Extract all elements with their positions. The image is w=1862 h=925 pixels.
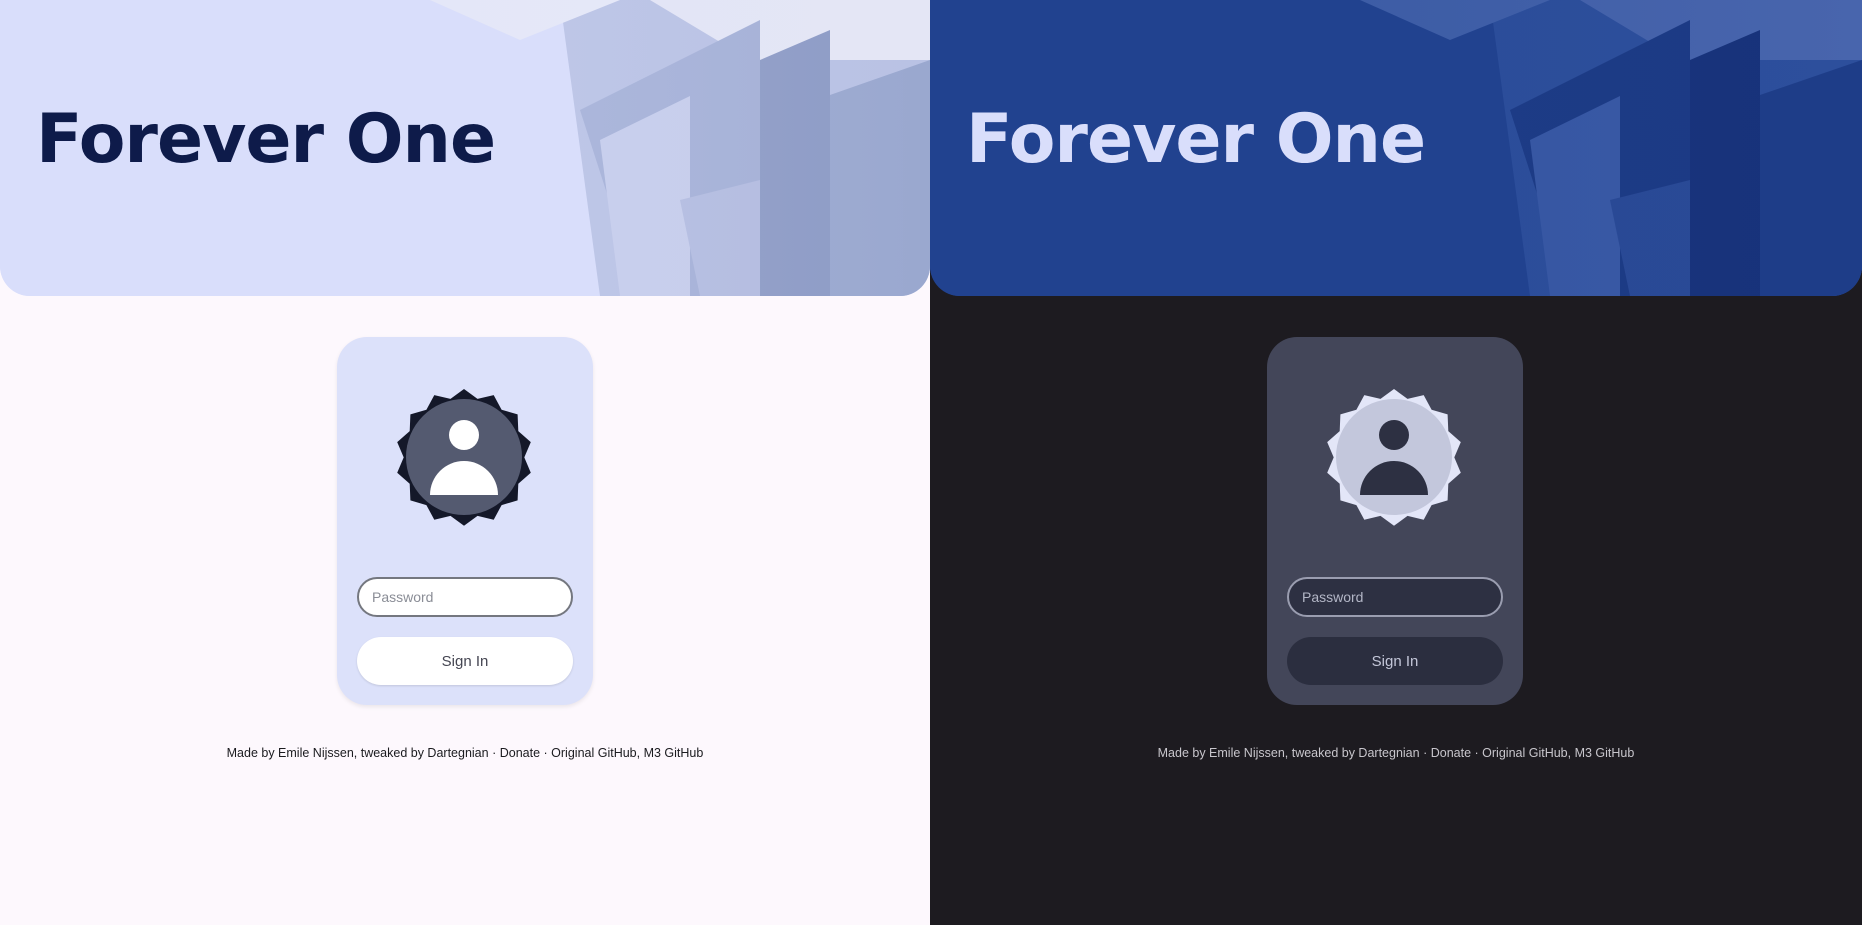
password-input[interactable] bbox=[357, 577, 573, 617]
user-badge-icon bbox=[1327, 389, 1461, 526]
footer: Made by Emile Nijssen, tweaked by Darteg… bbox=[930, 746, 1862, 760]
login-card: Sign In bbox=[337, 337, 593, 705]
donate-link[interactable]: Donate bbox=[500, 746, 540, 760]
footer-credit-text: Made by Emile Nijssen, tweaked by Darteg… bbox=[1157, 746, 1420, 760]
original-github-link[interactable]: Original GitHub, bbox=[551, 746, 640, 760]
password-input[interactable] bbox=[1287, 577, 1503, 617]
footer: Made by Emile Nijssen, tweaked by Darteg… bbox=[0, 746, 930, 760]
user-badge-icon bbox=[397, 389, 531, 526]
app-title: Forever One bbox=[966, 100, 1426, 179]
footer-credit-text: Made by Emile Nijssen, tweaked by Darteg… bbox=[226, 746, 489, 760]
sign-in-button[interactable]: Sign In bbox=[1287, 637, 1503, 685]
dark-theme-panel: Forever One Sign In Made by Emile Nijsse… bbox=[930, 0, 1862, 925]
footer-separator: · bbox=[1474, 746, 1479, 760]
login-card: Sign In bbox=[1267, 337, 1523, 705]
donate-link[interactable]: Donate bbox=[1431, 746, 1471, 760]
hero-banner: Forever One bbox=[930, 0, 1862, 296]
app-title: Forever One bbox=[36, 100, 496, 179]
footer-separator: · bbox=[492, 746, 497, 760]
sign-in-button[interactable]: Sign In bbox=[357, 637, 573, 685]
hero-banner: Forever One bbox=[0, 0, 930, 296]
light-theme-panel: Forever One Sign In Made by Emile Nijsse… bbox=[0, 0, 930, 925]
m3-github-link[interactable]: M3 GitHub bbox=[1575, 746, 1635, 760]
footer-separator: · bbox=[543, 746, 548, 760]
footer-separator: · bbox=[1423, 746, 1428, 760]
m3-github-link[interactable]: M3 GitHub bbox=[644, 746, 704, 760]
original-github-link[interactable]: Original GitHub, bbox=[1482, 746, 1571, 760]
